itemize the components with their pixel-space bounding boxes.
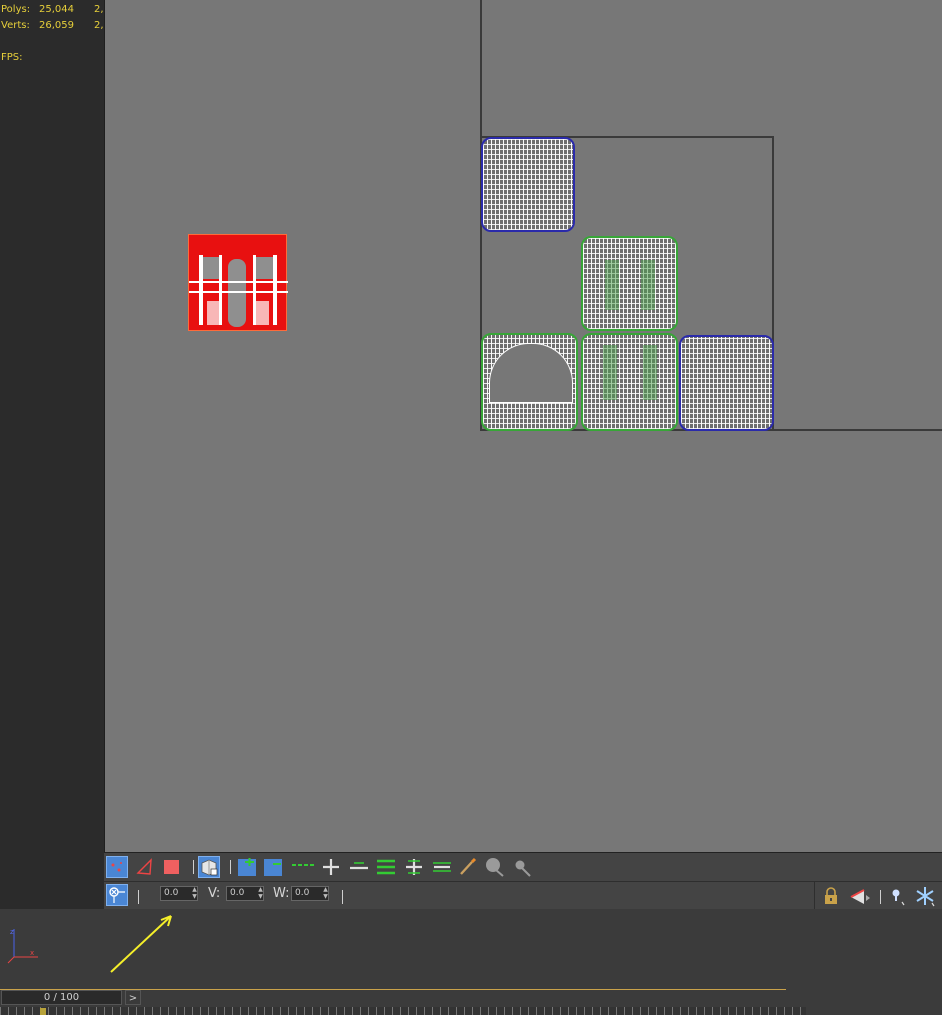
shell-edge-line bbox=[207, 301, 221, 325]
ring-shrink-button[interactable] bbox=[431, 856, 453, 878]
shell-fill bbox=[603, 345, 617, 400]
shrink-brush-button[interactable] bbox=[511, 856, 533, 878]
filter-selected-faces-button[interactable] bbox=[848, 885, 870, 907]
toolbar-separator bbox=[138, 890, 139, 904]
toolbar-separator bbox=[342, 890, 343, 904]
w-coordinate-label: W: bbox=[273, 886, 290, 901]
toolbar-separator bbox=[230, 860, 231, 874]
shell-fill bbox=[641, 260, 655, 310]
polys-value-selected: 2, bbox=[94, 4, 104, 15]
shrink-selection-button[interactable] bbox=[262, 856, 284, 878]
polys-value: 25,044 bbox=[39, 4, 74, 15]
shell-fill bbox=[605, 260, 619, 310]
time-slider-next-button[interactable]: > bbox=[125, 990, 141, 1005]
vertex-select-button[interactable] bbox=[106, 856, 128, 878]
shell-gap bbox=[203, 257, 219, 279]
annotation-arrow-icon bbox=[110, 915, 172, 973]
uv-editor-canvas[interactable] bbox=[104, 0, 942, 852]
axis-tripod-icon: z x bbox=[7, 928, 38, 964]
uv-shell-bottom-left[interactable] bbox=[481, 333, 578, 431]
uv-shell-bottom-right[interactable] bbox=[679, 335, 774, 431]
timeline-track[interactable] bbox=[0, 1007, 806, 1015]
shell-edge-line bbox=[255, 301, 269, 325]
ring-select-button[interactable] bbox=[375, 856, 397, 878]
u-spinner-arrows[interactable]: ▲ ▼ bbox=[191, 886, 198, 901]
loop-grow-button[interactable] bbox=[320, 856, 342, 878]
shell-gap bbox=[256, 257, 273, 279]
verts-value-selected: 2, bbox=[94, 20, 104, 31]
hide-button[interactable] bbox=[886, 885, 908, 907]
edge-select-button[interactable] bbox=[134, 856, 156, 878]
fps-label: FPS: bbox=[1, 52, 23, 63]
shell-edge-line bbox=[273, 255, 277, 325]
polys-label: Polys: bbox=[1, 4, 31, 15]
viewport-stats-panel: Polys: 25,044 2, Verts: 26,059 2, FPS: bbox=[0, 0, 104, 1015]
toolbar-separator bbox=[814, 882, 815, 910]
element-select-button[interactable] bbox=[198, 856, 220, 878]
verts-value: 26,059 bbox=[39, 20, 74, 31]
enlarge-brush-button[interactable] bbox=[484, 856, 506, 878]
selected-uv-shell[interactable] bbox=[188, 234, 288, 331]
uv-shell-middle[interactable] bbox=[581, 236, 678, 331]
shell-fill bbox=[643, 345, 657, 400]
absolute-offset-toggle-button[interactable] bbox=[106, 884, 128, 906]
toolbar-separator bbox=[880, 890, 881, 904]
loop-select-button[interactable] bbox=[291, 856, 314, 878]
uv-editor-toolbar: 0.0 ▲ ▼ V: 0.0 ▲ ▼ W: 0.0 ▲ ▼ bbox=[104, 852, 942, 911]
ring-grow-button[interactable] bbox=[403, 856, 425, 878]
shell-edge-line bbox=[189, 281, 288, 283]
selection-toolbar-row bbox=[104, 853, 942, 882]
polygon-select-button[interactable] bbox=[161, 856, 183, 878]
toolbar-separator bbox=[193, 860, 194, 874]
uv-shell-top[interactable] bbox=[481, 137, 575, 232]
grow-selection-button[interactable] bbox=[236, 856, 258, 878]
shell-edge-line bbox=[189, 291, 288, 293]
timeline-keyframe-marker[interactable] bbox=[40, 1008, 46, 1015]
v-spinner-arrows[interactable]: ▲ ▼ bbox=[257, 886, 264, 901]
lock-selection-button[interactable] bbox=[820, 885, 842, 907]
transform-toolbar-row: 0.0 ▲ ▼ V: 0.0 ▲ ▼ W: 0.0 ▲ ▼ bbox=[104, 882, 942, 910]
verts-label: Verts: bbox=[1, 20, 30, 31]
shell-arch bbox=[489, 343, 573, 403]
v-coordinate-label: V: bbox=[208, 886, 221, 901]
svg-text:x: x bbox=[30, 949, 34, 957]
uv-shell-bottom-middle[interactable] bbox=[581, 333, 678, 431]
time-slider[interactable]: 0 / 100 bbox=[1, 990, 122, 1005]
loop-shrink-button[interactable] bbox=[348, 856, 370, 878]
shell-gap bbox=[228, 259, 246, 327]
svg-text:z: z bbox=[10, 928, 14, 936]
w-spinner-arrows[interactable]: ▲ ▼ bbox=[322, 886, 329, 901]
paint-select-button[interactable] bbox=[457, 856, 479, 878]
freeze-button[interactable] bbox=[914, 885, 936, 907]
